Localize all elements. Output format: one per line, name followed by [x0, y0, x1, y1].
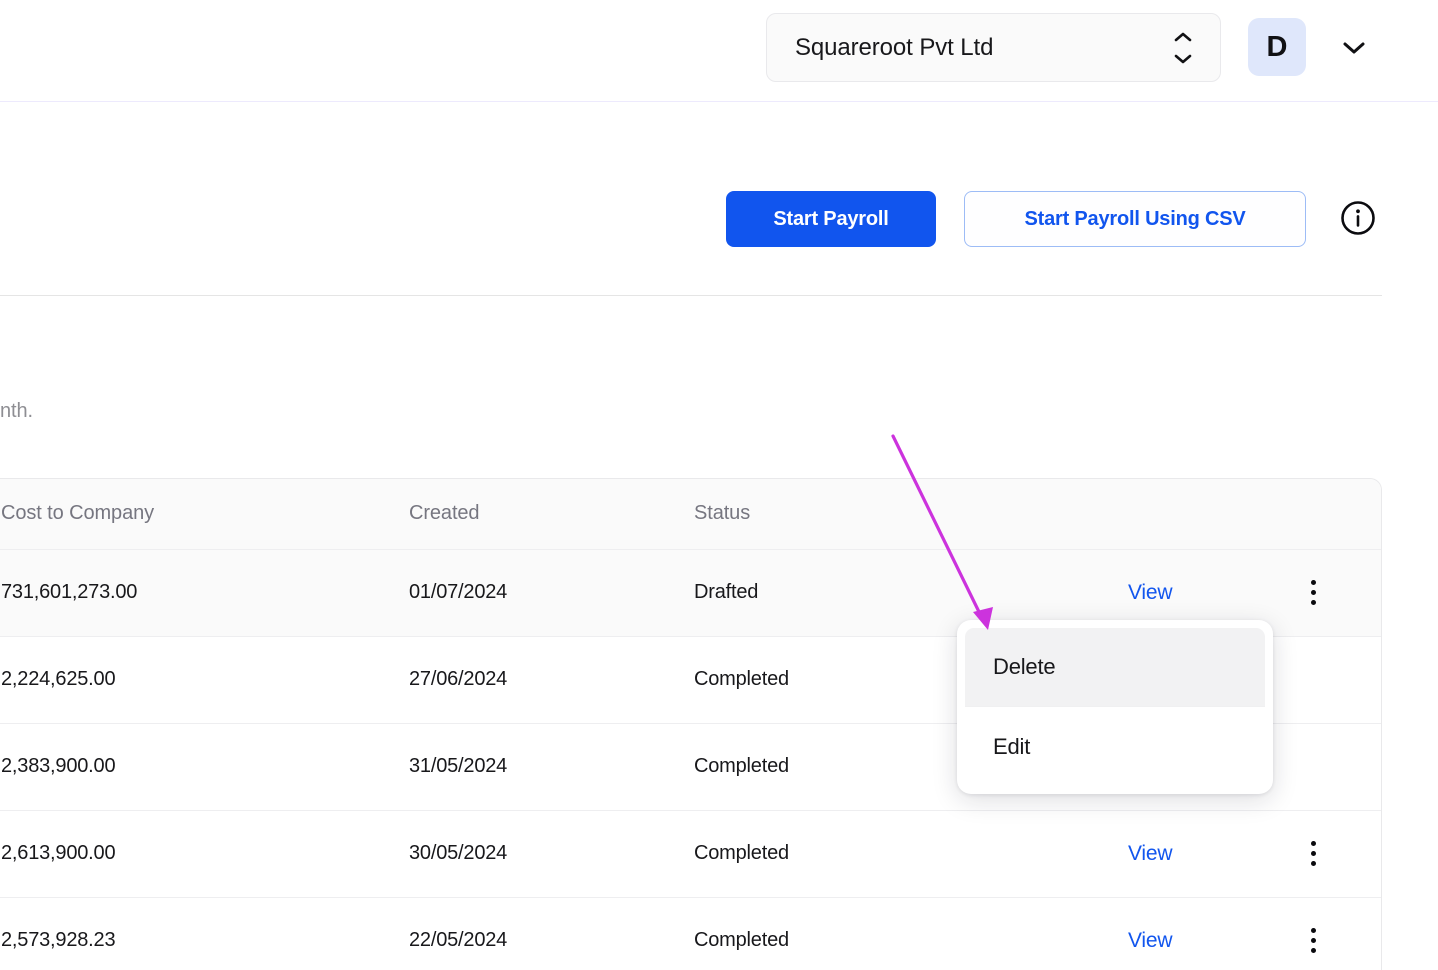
company-select-value: Squareroot Pvt Ltd [795, 33, 994, 61]
view-link[interactable]: View [1094, 929, 1173, 953]
view-link[interactable]: View [1094, 581, 1173, 605]
cell-created: 27/06/2024 [409, 636, 694, 724]
table-row: 2,573,928.23 22/05/2024 Completed View [0, 897, 1381, 970]
action-bar: Start Payroll Start Payroll Using CSV [0, 102, 1382, 296]
cell-status: Completed [694, 810, 1094, 898]
cell-row-menu [1274, 549, 1381, 637]
cell-row-menu [1274, 723, 1381, 811]
kebab-menu-icon[interactable] [1296, 576, 1330, 610]
top-bar: Squareroot Pvt Ltd D [0, 0, 1438, 102]
column-header-cost-to-company: Cost to Company [1, 479, 409, 550]
cell-row-menu [1274, 636, 1381, 724]
kebab-menu-icon[interactable] [1296, 924, 1330, 958]
cell-actions: View [1094, 810, 1274, 898]
cell-cost-to-company: 731,601,273.00 [1, 549, 409, 637]
row-context-menu: Delete Edit [957, 620, 1273, 794]
table-header: Cost to Company Created Status [0, 479, 1381, 550]
start-payroll-button[interactable]: Start Payroll [726, 191, 936, 247]
table-header-row: Cost to Company Created Status [0, 479, 1381, 550]
kebab-menu-icon[interactable] [1296, 837, 1330, 871]
context-menu-item-delete[interactable]: Delete [965, 628, 1265, 707]
chevron-down-icon[interactable] [1334, 32, 1374, 62]
cell-row-menu [1274, 897, 1381, 970]
cell-actions: View [1094, 897, 1274, 970]
avatar[interactable]: D [1248, 18, 1306, 76]
column-header-created: Created [409, 479, 694, 550]
avatar-initial: D [1266, 30, 1288, 63]
info-circle-icon[interactable] [1338, 198, 1378, 238]
chevron-up-down-icon [1172, 31, 1194, 65]
cell-cost-to-company: 2,224,625.00 [1, 636, 409, 724]
column-header-menu [1274, 479, 1381, 550]
start-payroll-csv-button[interactable]: Start Payroll Using CSV [964, 191, 1306, 247]
cell-cost-to-company: 2,573,928.23 [1, 897, 409, 970]
cell-created: 01/07/2024 [409, 549, 694, 637]
company-select[interactable]: Squareroot Pvt Ltd [766, 13, 1221, 82]
page-description: nth. [0, 400, 33, 422]
table-row: 2,613,900.00 30/05/2024 Completed View [0, 810, 1381, 898]
column-header-actions [1094, 479, 1274, 550]
cell-created: 31/05/2024 [409, 723, 694, 811]
app-root: Squareroot Pvt Ltd D Start Payroll Start… [0, 0, 1438, 970]
cell-cost-to-company: 2,383,900.00 [1, 723, 409, 811]
cell-cost-to-company: 2,613,900.00 [1, 810, 409, 898]
context-menu-item-edit-label: Edit [993, 733, 1031, 759]
column-header-status: Status [694, 479, 1094, 550]
view-link[interactable]: View [1094, 842, 1173, 866]
cell-row-menu [1274, 810, 1381, 898]
cell-created: 30/05/2024 [409, 810, 694, 898]
cell-created: 22/05/2024 [409, 897, 694, 970]
cell-status: Completed [694, 897, 1094, 970]
context-menu-item-delete-label: Delete [993, 654, 1056, 679]
context-menu-item-edit[interactable]: Edit [965, 707, 1265, 786]
